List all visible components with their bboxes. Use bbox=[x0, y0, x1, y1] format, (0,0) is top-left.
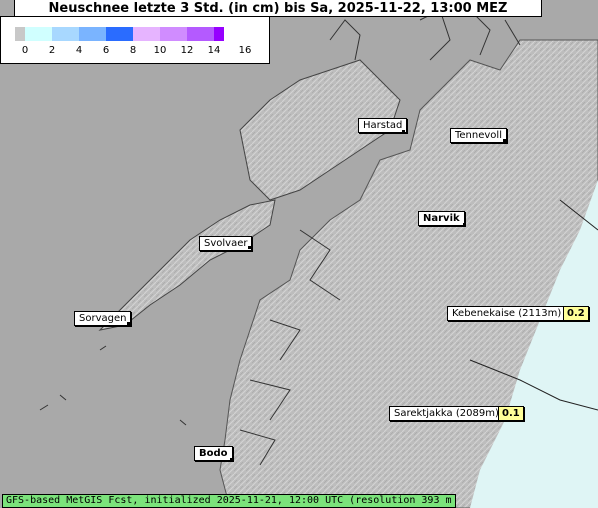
legend-tick: 4 bbox=[75, 45, 83, 56]
place-label-narvik: Narvik bbox=[418, 211, 465, 226]
map-title: Neuschnee letzte 3 Std. (in cm) bis Sa, … bbox=[14, 0, 542, 17]
place-label-kebenekaise: Kebenekaise (2113m) bbox=[447, 306, 567, 321]
terrain-map bbox=[0, 0, 598, 508]
place-marker bbox=[248, 246, 251, 249]
snow-value-sarektjakka: 0.1 bbox=[498, 406, 524, 421]
legend-seg bbox=[52, 27, 79, 41]
legend-seg bbox=[79, 27, 106, 41]
legend-tick: 6 bbox=[102, 45, 110, 56]
place-label-sarektjakka: Sarektjakka (2089m) bbox=[389, 406, 504, 421]
place-marker bbox=[463, 223, 466, 226]
legend-seg bbox=[187, 27, 214, 41]
legend-seg bbox=[106, 27, 133, 41]
legend-seg bbox=[15, 27, 25, 41]
legend-seg bbox=[160, 27, 187, 41]
legend-tick: 2 bbox=[48, 45, 56, 56]
place-label-sorvagen: Sorvagen bbox=[74, 311, 132, 326]
legend-tick: 8 bbox=[129, 45, 137, 56]
legend-colorbar bbox=[15, 27, 224, 41]
snow-value-kebenekaise: 0.2 bbox=[563, 306, 589, 321]
legend-seg bbox=[214, 27, 224, 41]
place-label-tennevoll: Tennevoll bbox=[450, 128, 507, 143]
place-label-svolvaer: Svolvaer bbox=[199, 236, 253, 251]
model-info-footer: GFS-based MetGIS Fcst, initialized 2025-… bbox=[2, 494, 456, 508]
place-marker bbox=[503, 139, 506, 142]
legend-tick: 10 bbox=[153, 45, 167, 56]
place-label-bodo: Bodo bbox=[194, 446, 233, 461]
place-label-harstad: Harstad bbox=[358, 118, 408, 133]
legend-tick: 14 bbox=[207, 45, 221, 56]
legend-seg bbox=[25, 27, 52, 41]
legend-seg bbox=[133, 27, 160, 41]
legend-tick: 0 bbox=[21, 45, 29, 56]
legend-tick: 16 bbox=[238, 45, 252, 56]
legend-tick: 12 bbox=[180, 45, 194, 56]
place-marker bbox=[127, 322, 130, 325]
legend: 0 2 4 6 8 10 12 14 16 bbox=[0, 16, 270, 64]
place-marker bbox=[230, 458, 233, 461]
place-marker bbox=[402, 130, 405, 133]
